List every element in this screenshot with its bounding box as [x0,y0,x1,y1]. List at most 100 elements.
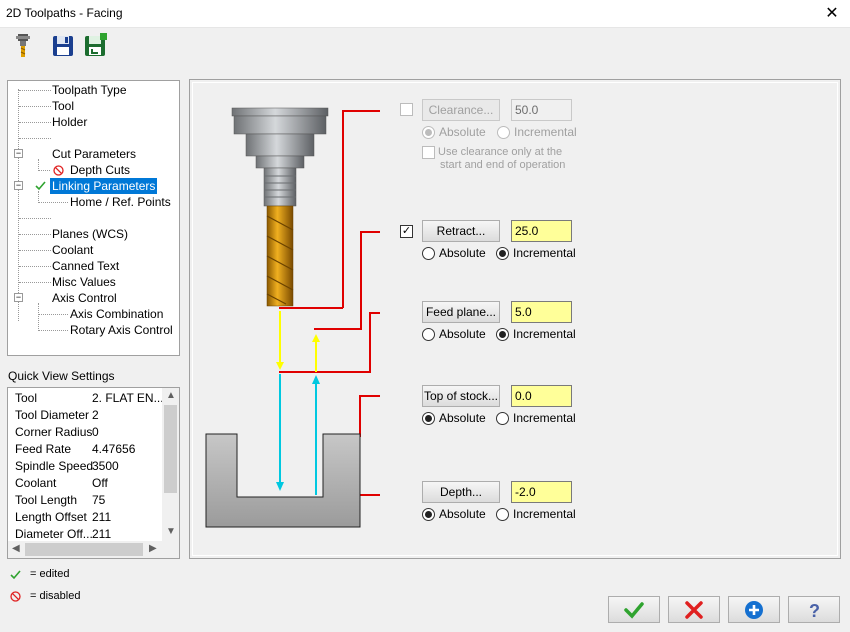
window-title: 2D Toolpaths - Facing [6,6,123,20]
legend-disabled: = disabled [30,590,81,602]
tree-item-axis-control[interactable]: Axis Control [50,290,119,306]
quick-view-key: Length Offset [15,510,87,524]
tree-line [38,202,68,203]
quick-view-value: 3500 [92,459,119,473]
disabled-icon [53,165,64,179]
quick-view-value: 4.47656 [92,442,136,456]
depth-absolute-radio[interactable]: Absolute [422,506,486,522]
linking-parameters-panel: Clearance... 50.0 Absolute Incremental U… [189,79,841,559]
collapse-toggle-axis-control[interactable]: − [14,293,23,302]
clearance-absolute-radio[interactable]: Absolute [422,124,486,140]
disabled-icon [10,591,21,605]
tree-item-depth-cuts[interactable]: Depth Cuts [68,162,132,178]
feed-plane-incremental-radio[interactable]: Incremental [496,326,576,342]
tree-line [38,314,68,315]
clearance-note-line-1: Use clearance only at the [438,146,563,158]
linking-diagram [205,107,380,528]
clearance-note-line-2: start and end of operation [440,159,566,171]
quick-view-key: Coolant [15,476,57,490]
tree-item-rotary-axis-control[interactable]: Rotary Axis Control [68,322,175,338]
retract-button[interactable]: Retract... [422,220,500,242]
collapse-toggle-cut-parameters[interactable]: − [14,149,23,158]
feed-plane-button[interactable]: Feed plane... [422,301,500,323]
tree-line [19,234,51,235]
retract-absolute-radio[interactable]: Absolute [422,245,486,261]
top-of-stock-absolute-radio[interactable]: Absolute [422,410,486,426]
top-of-stock-value-field[interactable]: 0.0 [511,385,572,407]
tree-item-coolant[interactable]: Coolant [50,242,95,258]
scroll-down-icon[interactable]: ▼ [166,526,176,537]
quick-view-key: Tool Length [15,493,78,507]
add-button[interactable] [728,596,780,623]
tree-item-blank[interactable] [50,130,54,146]
cancel-button[interactable] [668,596,720,623]
tree-item-blank[interactable] [50,210,54,226]
close-button[interactable]: ✕ [814,0,850,28]
horizontal-scrollbar[interactable]: ◀ ▶ [8,541,179,558]
add-plus-icon [745,601,763,619]
scroll-up-icon[interactable]: ▲ [166,390,176,401]
quick-view-value: 211 [92,510,112,524]
tree-item-planes-wcs[interactable]: Planes (WCS) [50,226,130,242]
tree-item-axis-combination[interactable]: Axis Combination [68,306,165,322]
quick-view-value: 75 [92,493,106,507]
tree-item-linking-parameters[interactable]: Linking Parameters [50,178,158,194]
clearance-button[interactable]: Clearance... [422,99,500,121]
tool-icon[interactable] [9,32,37,60]
tree-item-canned-text[interactable]: Canned Text [50,258,121,274]
tree-line [19,266,51,267]
depth-value-field[interactable]: -2.0 [511,481,572,503]
tree-line [19,90,51,91]
quick-view-key: Tool Diameter [15,408,90,422]
quick-view-value: 0 [92,425,99,439]
quick-view-value: Off [92,476,108,490]
tree-line [38,170,50,171]
clearance-value-field[interactable]: 50.0 [511,99,572,121]
quick-view-key: Tool [15,391,38,405]
feed-plane-value-field[interactable]: 5.0 [511,301,572,323]
save-as-icon[interactable] [82,32,110,60]
ok-button[interactable] [608,596,660,623]
ok-check-icon [624,602,644,619]
depth-button[interactable]: Depth... [422,481,500,503]
quick-view-list: Tool 2. FLAT EN... Tool Diameter 2 Corner … [7,387,180,559]
quick-view-label: Quick View Settings [8,369,115,383]
tree-item-tool[interactable]: Tool [50,98,76,114]
scroll-right-icon[interactable]: ▶ [149,543,157,554]
help-icon: ? [809,601,820,620]
depth-incremental-radio[interactable]: Incremental [496,506,576,522]
scroll-thumb[interactable] [25,543,143,556]
scroll-thumb[interactable] [164,405,177,493]
tree-line [19,138,51,139]
tree-line [19,250,51,251]
tree-item-cut-parameters[interactable]: Cut Parameters [50,146,138,162]
tree-item-holder[interactable]: Holder [50,114,89,130]
top-of-stock-button[interactable]: Top of stock... [422,385,500,407]
tree-item-misc-values[interactable]: Misc Values [50,274,118,290]
help-button[interactable]: ? [788,596,840,623]
tree-line [19,122,51,123]
tree-line [19,106,51,107]
save-icon[interactable] [50,32,78,60]
clearance-incremental-radio[interactable]: Incremental [497,124,577,140]
tree-item-home-ref-points[interactable]: Home / Ref. Points [68,194,173,210]
tree-item-toolpath-type[interactable]: Toolpath Type [50,82,129,98]
tree-line [19,218,51,219]
edited-check-icon [35,180,46,194]
top-of-stock-incremental-radio[interactable]: Incremental [496,410,576,426]
quick-view-value: 2 [92,408,99,422]
title-bar: 2D Toolpaths - Facing ✕ [0,0,850,28]
vertical-scrollbar[interactable]: ▲ ▼ [162,388,179,541]
feed-plane-absolute-radio[interactable]: Absolute [422,326,486,342]
clearance-start-end-checkbox[interactable] [422,146,435,159]
collapse-toggle-linking-parameters[interactable]: − [14,181,23,190]
legend-edited: = edited [30,568,70,580]
retract-checkbox[interactable]: ✓ [400,225,413,238]
clearance-checkbox[interactable] [400,103,413,116]
cancel-x-icon [685,601,703,619]
scroll-left-icon[interactable]: ◀ [12,543,20,554]
quick-view-key: Spindle Speed [15,459,94,473]
retract-incremental-radio[interactable]: Incremental [496,245,576,261]
toolbar [0,28,850,68]
retract-value-field[interactable]: 25.0 [511,220,572,242]
